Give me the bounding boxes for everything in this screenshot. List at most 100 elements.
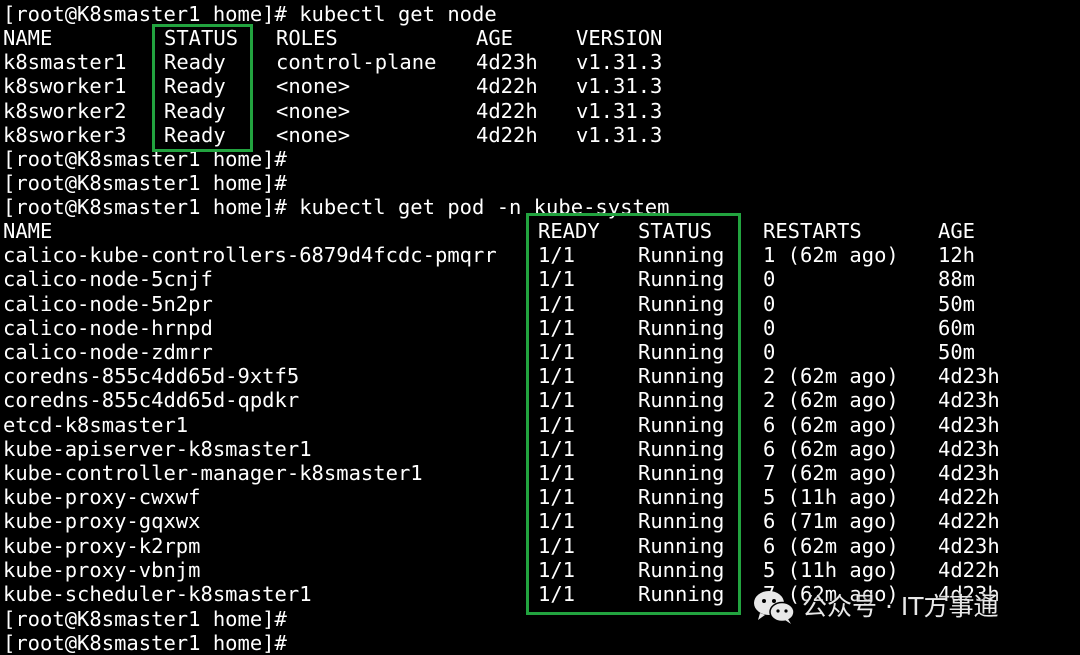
pod-row-cell: coredns-855c4dd65d-9xtf5: [3, 364, 300, 389]
pod-row-cell: 1/1: [538, 340, 576, 364]
node-row-cell: <none>: [276, 98, 351, 123]
table-header-cell: AGE: [938, 219, 976, 243]
pod-row-cell: Running: [638, 291, 725, 316]
pod-row-cell: 1 (62m ago): [763, 243, 899, 268]
table-header-cell: AGE: [476, 26, 514, 50]
terminal-window[interactable]: [root@K8smaster1 home]# kubectl get node…: [0, 0, 1080, 655]
pod-row-cell: 1/1: [538, 315, 576, 340]
prompt-line: [root@K8smaster1 home]#: [3, 171, 287, 195]
pod-row-cell: Running: [638, 461, 725, 485]
node-row-cell: k8sworker2: [3, 98, 127, 123]
pod-row-cell: Running: [638, 485, 725, 510]
pod-row-cell: kube-proxy-gqxwx: [3, 509, 201, 534]
node-row-cell: Ready: [164, 98, 226, 123]
pod-row-cell: 4d22h: [938, 485, 1000, 510]
pod-row-cell: 6 (62m ago): [763, 436, 899, 461]
node-row-cell: 4d22h: [476, 74, 538, 99]
pod-row-cell: 1/1: [538, 291, 576, 316]
prompt-line: [root@K8smaster1 home]#: [3, 631, 287, 655]
pod-row-cell: Running: [638, 364, 725, 389]
node-row-cell: Ready: [164, 50, 226, 75]
pod-row-cell: 6 (71m ago): [763, 509, 899, 534]
node-row-cell: Ready: [164, 122, 226, 147]
prompt: [root@K8smaster1 home]#: [3, 171, 287, 195]
pod-row-cell: calico-node-5n2pr: [3, 291, 213, 316]
pod-row-cell: Running: [638, 557, 725, 582]
prompt-line: [root@K8smaster1 home]#: [3, 607, 287, 631]
pod-row-cell: etcd-k8smaster1: [3, 412, 189, 437]
table-header-cell: NAME: [3, 219, 53, 243]
pod-row-cell: Running: [638, 315, 725, 340]
node-row-cell: Ready: [164, 74, 226, 99]
pod-row-cell: Running: [638, 509, 725, 534]
node-row-cell: control-plane: [276, 50, 437, 75]
wechat-icon: [754, 591, 795, 624]
node-row-cell: v1.31.3: [576, 98, 663, 123]
pod-row-cell: 6 (62m ago): [763, 412, 899, 437]
command-text: kubectl get node: [286, 2, 497, 26]
pod-row-cell: 6 (62m ago): [763, 533, 899, 558]
table-header-cell: RESTARTS: [763, 219, 862, 243]
node-row-cell: <none>: [276, 122, 351, 147]
table-header-cell: ROLES: [276, 26, 338, 50]
pod-row-cell: 60m: [938, 315, 976, 340]
pod-row-cell: 1/1: [538, 582, 576, 606]
table-header-cell: READY: [538, 219, 600, 243]
pod-row-cell: 4d22h: [938, 509, 1000, 534]
pod-row-cell: kube-proxy-vbnjm: [3, 557, 201, 582]
pod-row-cell: 1/1: [538, 485, 576, 510]
pod-row-cell: 1/1: [538, 267, 576, 292]
pod-row-cell: 4d23h: [938, 388, 1000, 413]
node-row-cell: v1.31.3: [576, 74, 663, 99]
pod-row-cell: 1/1: [538, 436, 576, 461]
prompt-line: [root@K8smaster1 home]# kubectl get node: [3, 2, 497, 26]
pod-row-cell: 1/1: [538, 388, 576, 413]
pod-row-cell: 4d23h: [938, 533, 1000, 558]
table-header-cell: STATUS: [164, 26, 239, 50]
pod-row-cell: Running: [638, 243, 725, 268]
node-row-cell: 4d23h: [476, 50, 538, 75]
pod-row-cell: 2 (62m ago): [763, 364, 899, 389]
pod-row-cell: 4d22h: [938, 557, 1000, 582]
pod-row-cell: 0: [763, 340, 776, 364]
prompt-line: [root@K8smaster1 home]# kubectl get pod …: [3, 195, 669, 219]
prompt: [root@K8smaster1 home]#: [3, 2, 287, 26]
node-row-cell: k8sworker1: [3, 74, 127, 99]
pod-row-cell: 4d23h: [938, 364, 1000, 389]
node-row-cell: k8sworker3: [3, 122, 127, 147]
pod-row-cell: 1/1: [538, 557, 576, 582]
pod-row-cell: Running: [638, 533, 725, 558]
pod-row-cell: kube-proxy-cwxwf: [3, 485, 201, 510]
table-header-cell: NAME: [3, 26, 53, 50]
pod-row-cell: 1/1: [538, 509, 576, 534]
prompt-line: [root@K8smaster1 home]#: [3, 147, 287, 171]
pod-row-cell: 2 (62m ago): [763, 388, 899, 413]
pod-row-cell: 0: [763, 291, 776, 316]
prompt: [root@K8smaster1 home]#: [3, 631, 287, 655]
pod-row-cell: 1/1: [538, 412, 576, 437]
pod-row-cell: coredns-855c4dd65d-qpdkr: [3, 388, 300, 413]
pod-row-cell: 7 (62m ago): [763, 461, 899, 485]
pod-row-cell: Running: [638, 267, 725, 292]
prompt: [root@K8smaster1 home]#: [3, 607, 287, 631]
node-row-cell: k8smaster1: [3, 50, 127, 75]
pod-row-cell: 5 (11h ago): [763, 485, 899, 510]
pod-row-cell: Running: [638, 436, 725, 461]
node-row-cell: 4d22h: [476, 122, 538, 147]
node-row-cell: v1.31.3: [576, 122, 663, 147]
pod-row-cell: 50m: [938, 291, 976, 316]
pod-row-cell: Running: [638, 582, 725, 606]
pod-row-cell: Running: [638, 340, 725, 364]
pod-row-cell: 4d23h: [938, 461, 1000, 485]
pod-row-cell: calico-node-5cnjf: [3, 267, 213, 292]
pod-row-cell: 12h: [938, 243, 976, 268]
pod-row-cell: 4d23h: [938, 436, 1000, 461]
node-row-cell: <none>: [276, 74, 351, 99]
prompt: [root@K8smaster1 home]#: [3, 147, 287, 171]
pod-row-cell: 88m: [938, 267, 976, 292]
pod-row-cell: kube-controller-manager-k8smaster1: [3, 461, 423, 485]
pod-row-cell: kube-apiserver-k8smaster1: [3, 436, 312, 461]
node-row-cell: 4d22h: [476, 98, 538, 123]
pod-row-cell: 5 (11h ago): [763, 557, 899, 582]
pod-row-cell: kube-scheduler-k8smaster1: [3, 582, 312, 606]
